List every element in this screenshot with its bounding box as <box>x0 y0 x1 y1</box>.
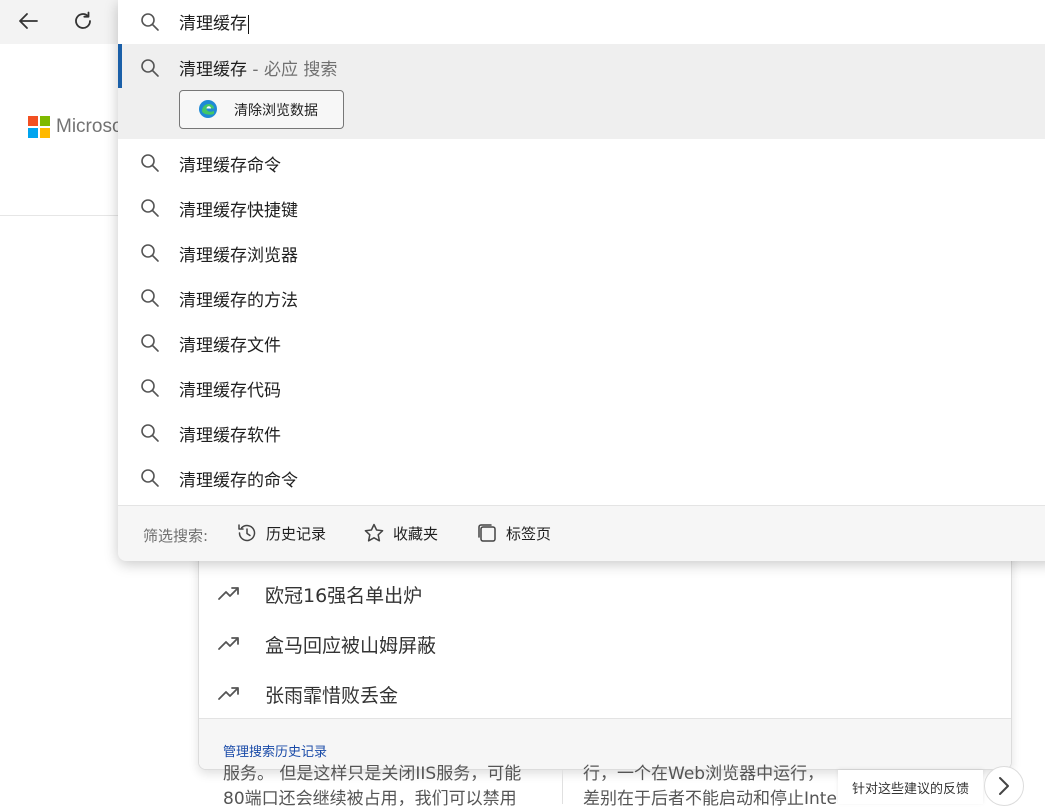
search-icon <box>141 334 159 352</box>
back-arrow-icon <box>19 13 38 29</box>
star-icon <box>364 523 384 542</box>
search-icon <box>141 469 159 487</box>
tabs-icon <box>478 524 496 542</box>
suggestion-label: 清理缓存的命令 <box>179 471 298 491</box>
filter-tabs-button[interactable]: 标签页 <box>476 520 556 546</box>
search-icon <box>141 244 159 262</box>
filter-label: 筛选搜索: <box>143 527 209 545</box>
edge-icon <box>199 100 217 118</box>
refresh-icon <box>75 11 91 29</box>
suggestion-item[interactable]: 清理缓存命令 <box>118 140 1045 185</box>
trending-panel: 欧冠16强名单出炉 盒马回应被山姆屏蔽 张雨霏惜败丢金 管理搜索历史记录 <box>198 540 1012 770</box>
microsoft-logo-icon <box>28 116 50 138</box>
trending-item[interactable]: 张雨霏惜败丢金 <box>199 669 1011 719</box>
top-suggestion-text: 清理缓存 - 必应 搜索 <box>179 60 338 80</box>
article-left-line-1: 服务。 但是这样只是关闭IIS服务，可能 <box>223 764 522 784</box>
chevron-right-icon <box>999 777 1009 795</box>
suggestion-item[interactable]: 清理缓存的方法 <box>118 275 1045 320</box>
search-icon <box>141 424 159 442</box>
filter-favorites-label: 收藏夹 <box>393 525 439 543</box>
suggestion-item[interactable]: 清理缓存文件 <box>118 320 1045 365</box>
brand-text: Microso <box>56 116 123 137</box>
filter-favorites-button[interactable]: 收藏夹 <box>363 520 443 546</box>
suggestion-label: 清理缓存命令 <box>179 156 281 176</box>
trending-label: 盒马回应被山姆屏蔽 <box>265 634 437 657</box>
article-right-line-2: 差别在于后者不能启动和停止Inte <box>583 789 837 809</box>
microsoft-logo[interactable]: Microso <box>28 116 123 138</box>
clear-browsing-data-label: 清除浏览数据 <box>234 103 318 119</box>
suggestion-label: 清理缓存代码 <box>179 381 281 401</box>
refresh-button[interactable] <box>63 4 103 38</box>
filter-bar: 筛选搜索: 历史记录 收藏夹 标签页 <box>118 505 1045 561</box>
filter-tabs-label: 标签页 <box>506 525 552 543</box>
search-icon <box>141 154 159 172</box>
top-suggestion[interactable]: 清理缓存 - 必应 搜索 清除浏览数据 <box>118 44 1045 139</box>
suggestion-label: 清理缓存文件 <box>179 336 281 356</box>
suggestion-item[interactable]: 清理缓存代码 <box>118 365 1045 410</box>
article-right: 行，一个在Web浏览器中运行， 差别在于后者不能启动和停止Inte <box>583 762 838 812</box>
suggestion-label: 清理缓存浏览器 <box>179 246 298 266</box>
next-button[interactable] <box>984 766 1024 806</box>
suggestion-label: 清理缓存的方法 <box>179 291 298 311</box>
trending-item[interactable]: 欧冠16强名单出炉 <box>199 569 1011 619</box>
address-input[interactable]: 清理缓存 <box>179 9 249 34</box>
article-left-line-2: 80端口还会继续被占用，我们可以禁用 <box>223 789 517 809</box>
suggestion-item[interactable]: 清理缓存的命令 <box>118 455 1045 500</box>
search-icon <box>141 379 159 397</box>
article-right-line-1: 行，一个在Web浏览器中运行， <box>583 764 825 784</box>
manage-search-history-link[interactable]: 管理搜索历史记录 <box>223 741 327 760</box>
suggestion-item[interactable]: 清理缓存浏览器 <box>118 230 1045 275</box>
trending-icon <box>218 587 239 600</box>
trending-icon <box>218 687 239 700</box>
filter-history-button[interactable]: 历史记录 <box>236 520 331 546</box>
suggestion-label: 清理缓存快捷键 <box>179 201 298 221</box>
article-divider <box>562 770 563 804</box>
search-icon <box>141 59 159 77</box>
back-button[interactable] <box>8 4 48 38</box>
address-bar-dropdown: 清理缓存 清理缓存 - 必应 搜索 清除浏览数据 清理缓存命令 清理缓存快捷键 … <box>118 0 1045 561</box>
trending-label: 张雨霏惜败丢金 <box>265 684 399 707</box>
search-icon <box>141 289 159 307</box>
selection-indicator <box>118 44 122 88</box>
trending-item[interactable]: 盒马回应被山姆屏蔽 <box>199 619 1011 669</box>
suggestion-item[interactable]: 清理缓存快捷键 <box>118 185 1045 230</box>
article-left: 服务。 但是这样只是关闭IIS服务，可能 80端口还会继续被占用，我们可以禁用 <box>223 762 543 812</box>
suggestion-item[interactable]: 清理缓存软件 <box>118 410 1045 455</box>
suggestion-label: 清理缓存软件 <box>179 426 281 446</box>
address-bar[interactable]: 清理缓存 <box>118 0 1045 44</box>
search-icon <box>141 199 159 217</box>
trending-icon <box>218 637 239 650</box>
history-icon <box>238 524 256 542</box>
filter-history-label: 历史记录 <box>266 525 327 543</box>
trending-label: 欧冠16强名单出炉 <box>265 584 423 607</box>
search-icon <box>141 13 159 31</box>
suggestion-feedback-button[interactable]: 针对这些建议的反馈 <box>838 770 983 804</box>
clear-browsing-data-button[interactable]: 清除浏览数据 <box>179 90 344 129</box>
